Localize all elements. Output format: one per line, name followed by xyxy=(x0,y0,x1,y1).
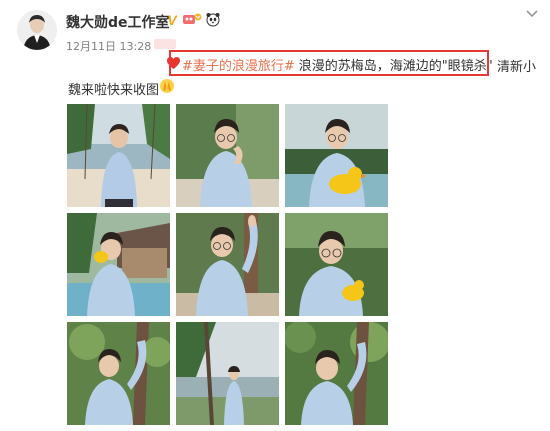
photo-6[interactable] xyxy=(285,213,388,316)
photo-9[interactable] xyxy=(285,322,388,425)
post-timestamp[interactable]: 12月11日 13:28 xyxy=(66,38,151,54)
badge-group: V xyxy=(165,11,221,31)
chevron-down-icon[interactable] xyxy=(524,6,540,22)
heart-icon xyxy=(166,56,181,74)
post-text-line-2: 魏来啦快来收图 xyxy=(68,78,175,98)
member-icon[interactable] xyxy=(182,11,202,31)
username[interactable]: 魏大勋de工作室 xyxy=(66,12,170,32)
post-body-text-end: 清新小 xyxy=(497,60,537,75)
photo-3[interactable] xyxy=(285,104,388,207)
post-body-text: 浪漫的苏梅岛，海滩边的"眼镜杀" xyxy=(298,59,493,74)
verified-badge-icon[interactable]: V xyxy=(165,12,179,31)
photo-1[interactable] xyxy=(67,104,170,207)
svg-text:V: V xyxy=(167,13,178,27)
avatar[interactable] xyxy=(17,10,57,50)
photo-7[interactable] xyxy=(67,322,170,425)
photo-2[interactable] xyxy=(176,104,279,207)
hashtag-link[interactable]: #妻子的浪漫旅行# xyxy=(182,55,295,74)
post-text-line-1: #妻子的浪漫旅行# 浪漫的苏梅岛，海滩边的"眼镜杀" xyxy=(166,55,493,74)
pray-hands-icon xyxy=(159,78,175,98)
panda-icon[interactable] xyxy=(205,11,221,31)
weibo-post: 魏大勋de工作室 V 12月11日 13:28 #妻子的浪漫旅行# 浪漫的苏梅岛… xyxy=(0,0,550,431)
photo-5[interactable] xyxy=(176,213,279,316)
post-body-text-2: 魏来啦快来收图 xyxy=(68,82,160,98)
photo-8[interactable] xyxy=(176,322,279,425)
source-tag xyxy=(154,39,176,49)
photo-4[interactable] xyxy=(67,213,170,316)
